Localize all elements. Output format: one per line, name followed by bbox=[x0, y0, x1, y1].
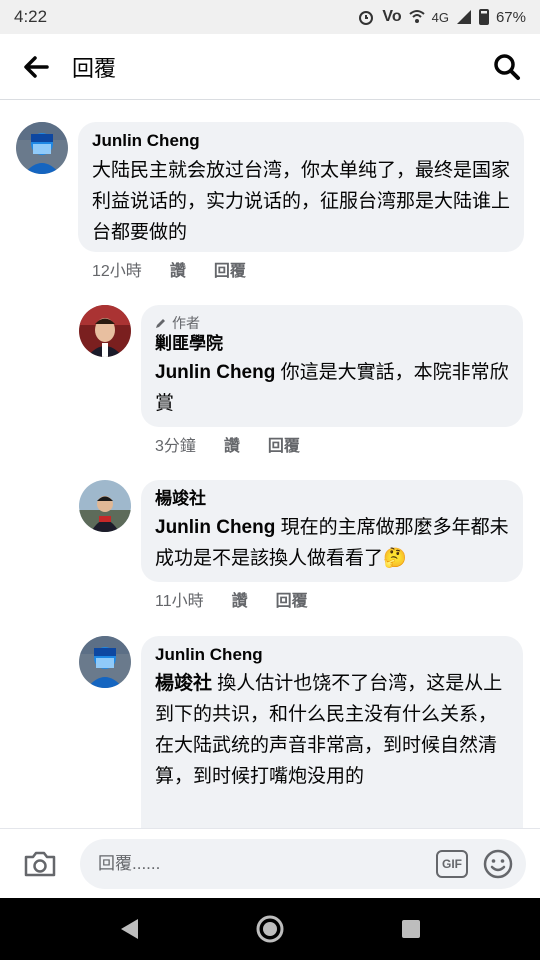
avatar[interactable] bbox=[79, 305, 131, 357]
mention[interactable]: Junlin Cheng bbox=[155, 517, 275, 538]
comment-author[interactable]: 楊竣社 bbox=[155, 488, 509, 510]
back-arrow-icon bbox=[24, 55, 49, 78]
comment-author[interactable]: Junlin Cheng bbox=[155, 644, 509, 666]
reply-button[interactable]: 回覆 bbox=[268, 432, 300, 456]
mention[interactable]: Junlin Cheng bbox=[155, 362, 275, 383]
comment-text: Junlin Cheng 你這是大實話，本院非常欣賞 bbox=[155, 357, 509, 419]
alarm-icon bbox=[357, 8, 375, 26]
emoji-icon[interactable] bbox=[482, 848, 514, 880]
status-icons: Vo 4G 67% bbox=[357, 8, 526, 26]
search-button[interactable] bbox=[474, 34, 540, 100]
comment-time: 11小時 bbox=[155, 593, 204, 610]
page-title: 回覆 bbox=[72, 55, 117, 81]
comment-actions: 11小時 讚 回覆 bbox=[155, 587, 308, 611]
comment-text: Junlin Cheng 現在的主席做那麼多年都未成功是不是該換人做看看了🤔 bbox=[155, 512, 509, 574]
signal-icon bbox=[456, 9, 472, 25]
reply-input-box: GIF bbox=[80, 838, 526, 889]
status-bar: 4:22 Vo 4G 67% bbox=[0, 0, 540, 34]
avatar[interactable] bbox=[16, 122, 68, 174]
search-icon bbox=[494, 53, 520, 80]
reply-input[interactable] bbox=[98, 853, 436, 874]
comment-author[interactable]: 剿匪學院 bbox=[155, 333, 509, 355]
like-button[interactable]: 讚 bbox=[232, 587, 248, 611]
comment-bubble: 作者 剿匪學院 Junlin Cheng 你這是大實話，本院非常欣賞 bbox=[141, 305, 523, 427]
comment-text: 大陆民主就会放过台湾，你太单纯了，最终是国家利益说话的，实力说话的，征服台湾那是… bbox=[92, 160, 511, 243]
system-nav-bar bbox=[0, 898, 540, 960]
comment-text: 楊竣社 換人估计也饶不了台湾，这是从上到下的共识，和什么民主没有什么关系，在大陆… bbox=[155, 668, 509, 792]
comment-bubble: Junlin Cheng 楊竣社 換人估计也饶不了台湾，这是从上到下的共识，和什… bbox=[141, 636, 523, 828]
mention[interactable]: 楊竣社 bbox=[155, 673, 212, 694]
wifi-icon bbox=[408, 9, 425, 25]
gif-button[interactable]: GIF bbox=[436, 849, 468, 878]
avatar[interactable] bbox=[79, 636, 131, 688]
nav-recents-icon[interactable] bbox=[400, 918, 422, 940]
comment-bubble: 楊竣社 Junlin Cheng 現在的主席做那麼多年都未成功是不是該換人做看看… bbox=[141, 480, 523, 582]
author-tag-label: 作者 bbox=[172, 315, 200, 331]
comment-actions: 3分鐘 讚 回覆 bbox=[155, 432, 300, 456]
comment-time: 12小時 bbox=[92, 263, 142, 280]
comment-actions: 12小時 讚 回覆 bbox=[92, 257, 246, 281]
pencil-icon bbox=[156, 319, 165, 328]
reply-composer: GIF bbox=[0, 828, 540, 898]
author-badge: 作者 bbox=[155, 313, 509, 333]
volte-icon: Vo bbox=[382, 8, 402, 25]
back-button[interactable] bbox=[0, 34, 72, 100]
header: 回覆 bbox=[0, 34, 540, 100]
reply-button[interactable]: 回覆 bbox=[214, 257, 246, 281]
battery-percent: 67% bbox=[495, 8, 526, 26]
like-button[interactable]: 讚 bbox=[170, 257, 186, 281]
reply-button[interactable]: 回覆 bbox=[276, 587, 308, 611]
network-label: 4G bbox=[431, 9, 449, 25]
comment-bubble: Junlin Cheng 大陆民主就会放过台湾，你太单纯了，最终是国家利益说话的… bbox=[78, 122, 524, 252]
screen: 4:22 Vo 4G 67% 回覆 Junlin Cheng 大陆民主就会放过台… bbox=[0, 0, 540, 960]
battery-icon bbox=[478, 9, 489, 25]
nav-back-icon[interactable] bbox=[118, 917, 140, 941]
avatar[interactable] bbox=[79, 480, 131, 532]
status-time: 4:22 bbox=[14, 7, 48, 26]
camera-icon bbox=[24, 851, 56, 876]
like-button[interactable]: 讚 bbox=[224, 432, 240, 456]
comment-author[interactable]: Junlin Cheng bbox=[92, 130, 510, 152]
nav-home-icon[interactable] bbox=[255, 914, 285, 944]
comment-time: 3分鐘 bbox=[155, 438, 196, 455]
camera-button[interactable] bbox=[0, 850, 80, 878]
